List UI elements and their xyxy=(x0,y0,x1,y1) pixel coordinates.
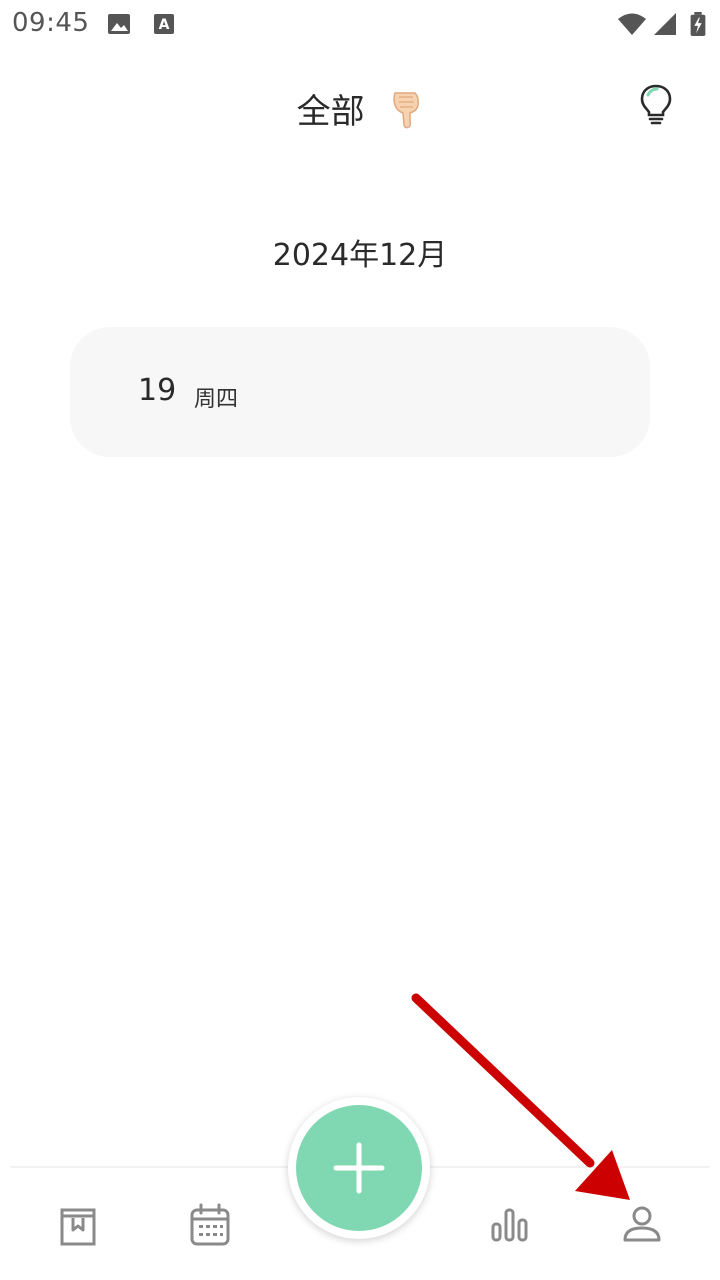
font-notification-icon: A xyxy=(154,14,174,34)
lightbulb-icon[interactable] xyxy=(634,82,678,126)
pointing-down-finger-icon xyxy=(393,91,420,128)
page-title-text: 全部 xyxy=(296,92,365,132)
calendar-icon[interactable] xyxy=(184,1200,236,1252)
month-label: 2024年12月 xyxy=(272,238,448,273)
status-time: 09:45 xyxy=(12,8,90,38)
battery-charging-icon xyxy=(690,12,706,36)
page-title[interactable]: 全部 xyxy=(0,84,720,133)
image-notification-icon xyxy=(108,14,130,34)
day-entry-card[interactable]: 19 周四 xyxy=(70,327,650,457)
diary-book-icon[interactable] xyxy=(52,1200,104,1252)
stats-bar-icon[interactable] xyxy=(484,1200,536,1252)
svg-text:A: A xyxy=(159,17,170,33)
day-weekday: 周四 xyxy=(194,387,239,412)
app-screen: 09:45 A 全部 2024年12月 19 周四 xyxy=(0,0,720,1280)
annotation-arrow xyxy=(411,993,630,1200)
day-number: 19 xyxy=(138,373,177,408)
profile-icon[interactable] xyxy=(616,1200,668,1252)
signal-icon xyxy=(654,13,676,35)
add-button-fill xyxy=(296,1105,422,1231)
wifi-icon xyxy=(618,13,646,35)
status-bar: 09:45 A xyxy=(0,0,720,50)
add-button[interactable] xyxy=(288,1097,430,1239)
add-icon xyxy=(333,1142,385,1194)
